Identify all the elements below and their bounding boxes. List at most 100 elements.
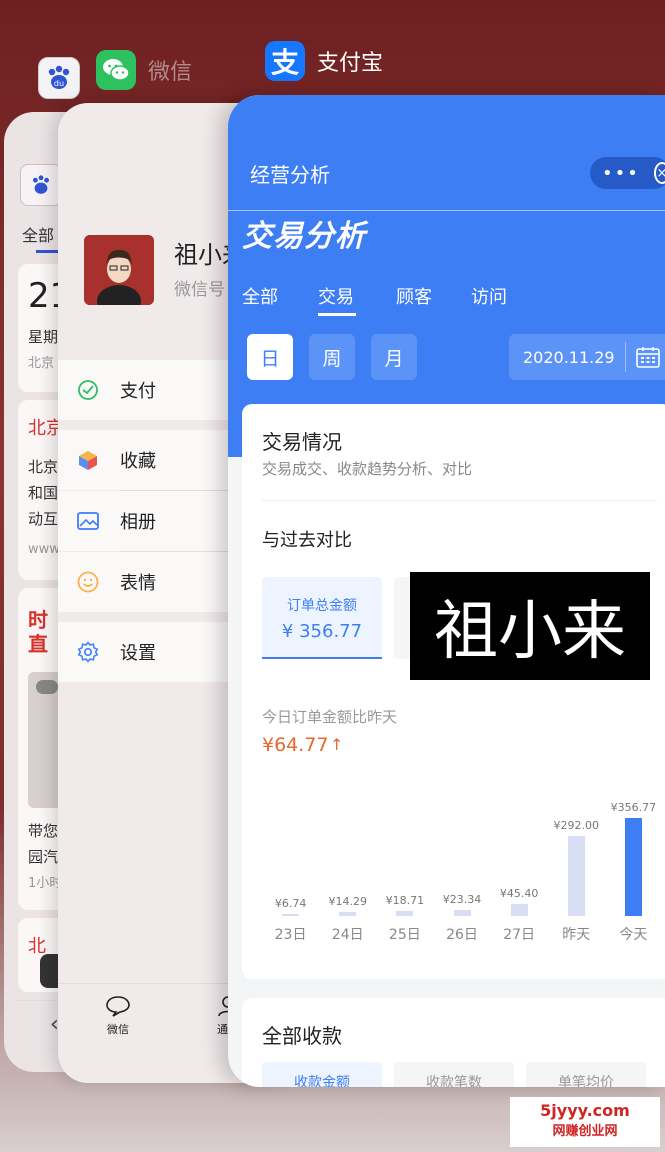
- menu-item-label: 表情: [120, 573, 156, 594]
- active-tab-indicator: [318, 313, 356, 316]
- arrow-up-icon: ↑: [330, 735, 344, 754]
- chart-bar[interactable]: [624, 818, 642, 916]
- chart-value-label: ¥292.00: [553, 818, 600, 832]
- chart-bar[interactable]: [453, 909, 471, 916]
- site-name: 5jyyy.com: [540, 1101, 630, 1120]
- section-title: 交易情况: [262, 430, 342, 454]
- metric-active-underline: [262, 657, 382, 659]
- chart-x-label: 今天: [619, 927, 648, 943]
- menu-item-label: 支付: [120, 381, 156, 402]
- tab-chats[interactable]: 微信: [98, 995, 138, 1037]
- divider: [262, 500, 657, 501]
- metric-label: 订单总金额: [287, 598, 357, 614]
- news-text-line: 和国: [28, 484, 59, 502]
- tab-all[interactable]: 全部: [242, 283, 278, 309]
- receipt-tab-count[interactable]: 收款笔数: [394, 1062, 514, 1087]
- chart-bar[interactable]: [567, 835, 585, 916]
- menu-item-label: 设置: [120, 643, 156, 664]
- date-value: 2020.11.29: [523, 347, 615, 367]
- wechat-app-header[interactable]: 微信: [96, 50, 192, 90]
- receipt-tab-label: 收款笔数: [426, 1075, 482, 1087]
- baidu-app-icon: du: [38, 57, 80, 99]
- transaction-overview-card: 交易情况 交易成交、收款趋势分析、对比 与过去对比 订单总金额 ¥ 356.77…: [242, 404, 665, 979]
- alipay-app-name: 支付宝: [317, 51, 384, 76]
- chart-x-label: 23日: [274, 927, 307, 943]
- all-receipts-card: 全部收款 收款金额 收款笔数 单笔均价: [242, 998, 665, 1087]
- receipt-tab-average[interactable]: 单笔均价: [526, 1062, 646, 1087]
- alipay-app-card[interactable]: 经营分析 ••• × 交易分析 全部 交易 顾客 访问 日 周 月 2020.1…: [228, 95, 665, 1087]
- favorites-cube-icon: [76, 448, 100, 472]
- smiley-icon: [76, 570, 100, 594]
- all-receipts-title: 全部收款: [262, 1024, 342, 1048]
- chart-bar[interactable]: [282, 914, 300, 916]
- chart-value-label: ¥14.29: [328, 895, 367, 909]
- baidu-logo-icon[interactable]: [20, 164, 62, 206]
- site-tagline: 网赚创业网: [552, 1124, 618, 1139]
- chart-value-label: ¥356.77: [610, 801, 657, 814]
- avatar[interactable]: [84, 235, 154, 305]
- watermark-overlay: 祖小来: [410, 572, 650, 680]
- menu-item-label: 收藏: [120, 451, 156, 472]
- section-subtitle: 交易成交、收款趋势分析、对比: [262, 460, 473, 478]
- chart-bar[interactable]: [339, 912, 357, 916]
- compare-title: 与过去对比: [262, 530, 352, 551]
- album-image-icon: [76, 509, 100, 533]
- tab-visits[interactable]: 访问: [471, 283, 507, 309]
- tab-transactions[interactable]: 交易: [318, 283, 354, 309]
- weekday-text: 星期: [28, 328, 59, 346]
- gear-icon: [76, 640, 100, 664]
- receipt-tab-label: 单笔均价: [558, 1075, 614, 1087]
- caption-line: 带您: [28, 822, 59, 840]
- chart-value-label: ¥18.71: [385, 893, 425, 907]
- period-day-button[interactable]: 日: [247, 334, 293, 380]
- tab-customers[interactable]: 顾客: [396, 283, 432, 309]
- alipay-header-area: [228, 95, 665, 457]
- pay-icon: [76, 378, 100, 402]
- watermark-text: 祖小来: [434, 595, 626, 669]
- metric-card-order-total[interactable]: 订单总金额 ¥ 356.77: [262, 577, 382, 659]
- tab-label: 微信: [107, 1023, 129, 1036]
- chart-bar[interactable]: [396, 910, 414, 916]
- compare-value: ¥64.77: [262, 734, 329, 756]
- compare-text: 今日订单金额比昨天: [262, 708, 398, 726]
- caption-line: 园汽: [28, 848, 59, 866]
- more-dots-icon[interactable]: •••: [602, 163, 640, 184]
- page-title: 经营分析: [250, 163, 330, 187]
- menu-item-label: 相册: [120, 512, 156, 533]
- period-week-button[interactable]: 周: [309, 334, 355, 380]
- chart-value-label: ¥23.34: [442, 892, 482, 906]
- date-picker[interactable]: 2020.11.29: [509, 334, 665, 380]
- tab-indicator: [36, 250, 58, 253]
- chart-x-label: 昨天: [562, 927, 591, 943]
- date-divider: [624, 342, 626, 372]
- chart-x-axis: 23日 24日 25日 26日 27日 昨天 今天: [262, 924, 662, 948]
- bar-chart: ¥6.74 ¥14.29 ¥18.71 ¥23.34 ¥45.40 ¥292.00 ¥356…: [262, 801, 662, 916]
- chat-bubble-icon: [106, 996, 130, 1017]
- baidu-tab-all[interactable]: 全部: [22, 222, 54, 246]
- chart-x-label: 25日: [388, 927, 421, 943]
- wechat-app-name: 微信: [148, 60, 193, 85]
- chart-bar[interactable]: [510, 903, 528, 916]
- alipay-app-header[interactable]: 支 支付宝: [265, 41, 383, 81]
- chart-x-label: 27日: [503, 927, 536, 943]
- mini-program-capsule[interactable]: ••• ×: [590, 157, 665, 189]
- news-url: www: [28, 542, 60, 557]
- news-text-line: 动互: [28, 510, 59, 528]
- chart-value-label: ¥45.40: [499, 886, 539, 900]
- receipt-tab-amount[interactable]: 收款金额: [262, 1062, 382, 1087]
- chart-value-label: ¥6.74: [274, 897, 307, 910]
- baidu-app-header[interactable]: du: [38, 57, 80, 99]
- live-logo-text: 直: [28, 632, 48, 656]
- wechat-app-icon: [96, 50, 136, 90]
- banner-title: 交易分析: [242, 219, 366, 254]
- receipt-tab-label: 收款金额: [294, 1075, 350, 1087]
- site-watermark: 5jyyy.com 网赚创业网: [510, 1097, 660, 1147]
- news-text-line: 北京: [28, 458, 59, 476]
- chart-x-label: 26日: [446, 927, 478, 943]
- wxid-label: 微信号: [174, 280, 225, 300]
- close-icon[interactable]: ×: [653, 162, 665, 184]
- calendar-icon[interactable]: [635, 346, 660, 368]
- play-badge-icon: [36, 680, 58, 694]
- svg-text:du: du: [54, 79, 64, 88]
- period-month-button[interactable]: 月: [371, 334, 417, 380]
